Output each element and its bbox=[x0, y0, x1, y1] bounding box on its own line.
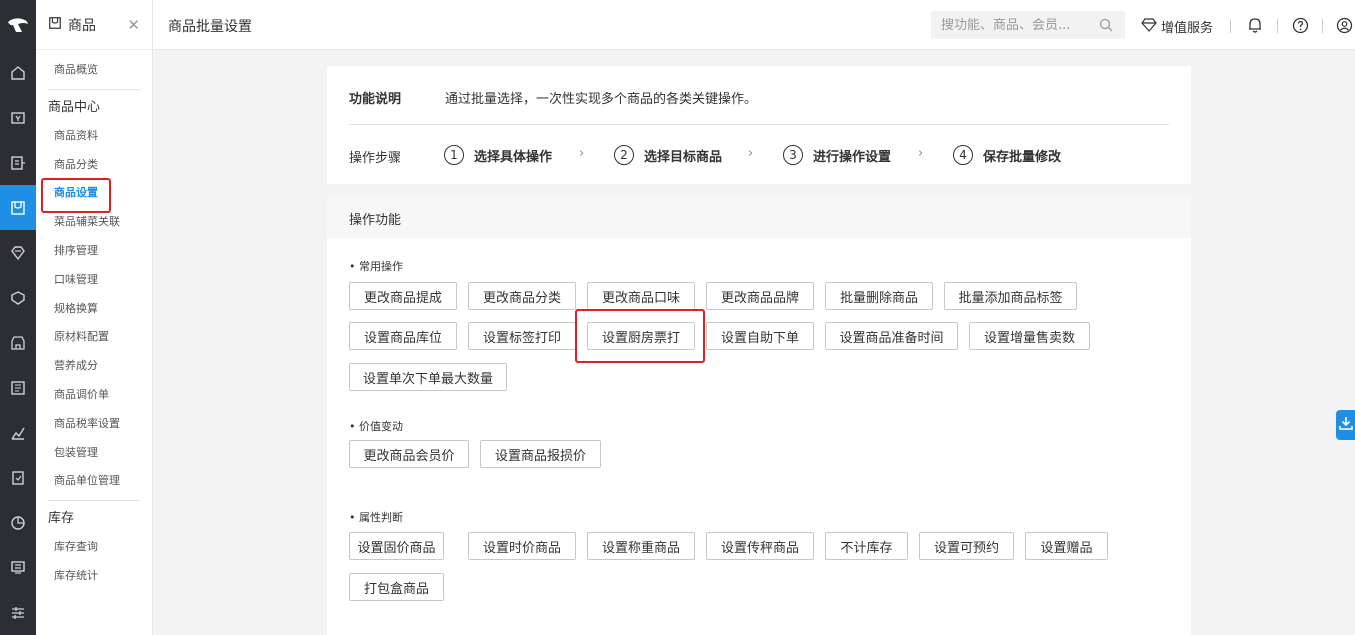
report-icon[interactable] bbox=[0, 410, 36, 455]
goods-icon[interactable] bbox=[0, 185, 36, 230]
sidebar-item[interactable]: 商品概览 bbox=[36, 56, 152, 85]
op-button[interactable]: 打包盒商品 bbox=[349, 573, 444, 601]
op-button[interactable]: 设置自助下单 bbox=[706, 322, 814, 350]
sidebar-item[interactable]: 营养成分 bbox=[36, 352, 152, 381]
op-button[interactable]: 设置商品报损价 bbox=[480, 440, 601, 468]
section-title: • 属性判断 bbox=[349, 511, 403, 524]
intro-panel: 功能说明 通过批量选择，一次性实现多个商品的各类关键操作。 操作步骤 1 选择具体… bbox=[327, 66, 1191, 184]
op-button[interactable]: 设置单次下单最大数量 bbox=[349, 363, 507, 391]
user-icon[interactable] bbox=[1336, 17, 1353, 38]
home-icon[interactable] bbox=[0, 50, 36, 95]
marketing-icon[interactable] bbox=[0, 275, 36, 320]
finance-icon[interactable] bbox=[0, 365, 36, 410]
divider bbox=[1230, 19, 1231, 33]
op-button[interactable]: 批量删除商品 bbox=[825, 282, 933, 310]
member-icon[interactable] bbox=[0, 230, 36, 275]
op-button[interactable]: 更改商品会员价 bbox=[349, 440, 469, 468]
sidebar-item[interactable]: 库存查询 bbox=[36, 533, 152, 562]
op-button[interactable]: 更改商品分类 bbox=[468, 282, 576, 310]
download-float-button[interactable] bbox=[1336, 410, 1355, 440]
step-4: 4 保存批量修改 bbox=[953, 145, 1061, 165]
value-added-service-button[interactable]: 增值服务 bbox=[1141, 17, 1213, 36]
help-icon[interactable] bbox=[1292, 17, 1309, 38]
operations-header: 操作功能 bbox=[327, 196, 1191, 238]
sidebar-item[interactable]: 原材料配置 bbox=[36, 323, 152, 352]
cashier-icon[interactable] bbox=[0, 95, 36, 140]
function-label: 功能说明 bbox=[349, 92, 402, 107]
sidebar-item[interactable]: 排序管理 bbox=[36, 237, 152, 266]
document-icon[interactable] bbox=[0, 455, 36, 500]
operations-panel: • 常用操作 更改商品提成 更改商品分类 更改商品口味 更改商品品牌 批量删除商… bbox=[327, 238, 1191, 635]
divider bbox=[1322, 19, 1323, 33]
highlight-box bbox=[41, 178, 111, 213]
divider bbox=[48, 88, 140, 90]
sidebar-item[interactable]: 库存统计 bbox=[36, 562, 152, 591]
sidebar-item[interactable]: 规格换算 bbox=[36, 295, 152, 324]
op-button[interactable]: 更改商品口味 bbox=[587, 282, 695, 310]
divider bbox=[48, 500, 140, 502]
op-button[interactable]: 设置传秤商品 bbox=[706, 532, 814, 560]
value-added-label: 增值服务 bbox=[1161, 21, 1214, 36]
download-icon bbox=[1338, 416, 1353, 434]
operations-title: 操作功能 bbox=[349, 213, 402, 228]
section-title: • 常用操作 bbox=[349, 260, 403, 273]
secondary-sidebar: 商品 ✕ 商品概览 商品中心 商品资料 商品分类 商品设置 菜品辅菜关联 排序管… bbox=[36, 0, 153, 635]
op-button[interactable]: 设置标签打印 bbox=[468, 322, 576, 350]
page-title: 商品批量设置 bbox=[168, 19, 252, 35]
op-button[interactable]: 批量添加商品标签 bbox=[944, 282, 1077, 310]
op-button[interactable]: 设置赠品 bbox=[1025, 532, 1108, 560]
top-bar: 商品批量设置 增值服务 bbox=[153, 0, 1355, 50]
diamond-icon bbox=[1141, 17, 1161, 36]
sidebar-item[interactable]: 包装管理 bbox=[36, 439, 152, 468]
logo-icon[interactable] bbox=[0, 0, 36, 50]
highlight-box bbox=[575, 309, 705, 363]
step-3: 3 进行操作设置 bbox=[783, 145, 891, 165]
sidebar-header: 商品 ✕ bbox=[36, 0, 152, 50]
op-button[interactable]: 更改商品提成 bbox=[349, 282, 457, 310]
store-icon[interactable] bbox=[0, 320, 36, 365]
search-icon[interactable] bbox=[1099, 18, 1113, 36]
search-box bbox=[931, 11, 1125, 39]
op-button[interactable]: 不计库存 bbox=[825, 532, 908, 560]
bell-icon[interactable] bbox=[1247, 17, 1263, 38]
sidebar-group-title: 库存 bbox=[48, 511, 75, 527]
sidebar-item[interactable]: 商品分类 bbox=[36, 151, 152, 180]
op-button[interactable]: 设置时价商品 bbox=[468, 532, 576, 560]
search-input[interactable] bbox=[931, 17, 1091, 33]
divider bbox=[349, 124, 1169, 125]
op-button[interactable]: 更改商品品牌 bbox=[706, 282, 814, 310]
op-button[interactable]: 设置商品库位 bbox=[349, 322, 457, 350]
sidebar-group-title: 商品中心 bbox=[48, 99, 101, 115]
chevron-right-icon: › bbox=[579, 146, 585, 161]
settings-icon[interactable] bbox=[0, 590, 36, 635]
chevron-right-icon: › bbox=[748, 146, 754, 161]
sidebar-title: 商品 bbox=[68, 17, 96, 34]
op-button[interactable]: 设置可预约 bbox=[919, 532, 1014, 560]
chevron-right-icon: › bbox=[918, 146, 924, 161]
steps-label: 操作步骤 bbox=[349, 151, 402, 166]
sidebar-item[interactable]: 商品调价单 bbox=[36, 381, 152, 410]
order-icon[interactable] bbox=[0, 140, 36, 185]
step-2: 2 选择目标商品 bbox=[614, 145, 722, 165]
device-icon[interactable] bbox=[0, 545, 36, 590]
divider bbox=[1277, 19, 1278, 33]
function-description: 通过批量选择，一次性实现多个商品的各类关键操作。 bbox=[445, 92, 758, 107]
op-button[interactable]: 设置商品准备时间 bbox=[825, 322, 958, 350]
sidebar-item[interactable]: 商品资料 bbox=[36, 122, 152, 151]
sidebar-item[interactable]: 口味管理 bbox=[36, 266, 152, 295]
op-button[interactable]: 设置称重商品 bbox=[587, 532, 695, 560]
goods-module-icon bbox=[48, 16, 62, 34]
chart-pie-icon[interactable] bbox=[0, 500, 36, 545]
op-button[interactable]: 设置固价商品 bbox=[349, 532, 444, 560]
close-icon[interactable]: ✕ bbox=[127, 16, 140, 34]
sidebar-item[interactable]: 商品单位管理 bbox=[36, 467, 152, 496]
step-1: 1 选择具体操作 bbox=[444, 145, 552, 165]
icon-rail bbox=[0, 0, 36, 635]
op-button[interactable]: 设置增量售卖数 bbox=[969, 322, 1090, 350]
sidebar-item[interactable]: 商品税率设置 bbox=[36, 410, 152, 439]
section-title: • 价值变动 bbox=[349, 420, 403, 433]
